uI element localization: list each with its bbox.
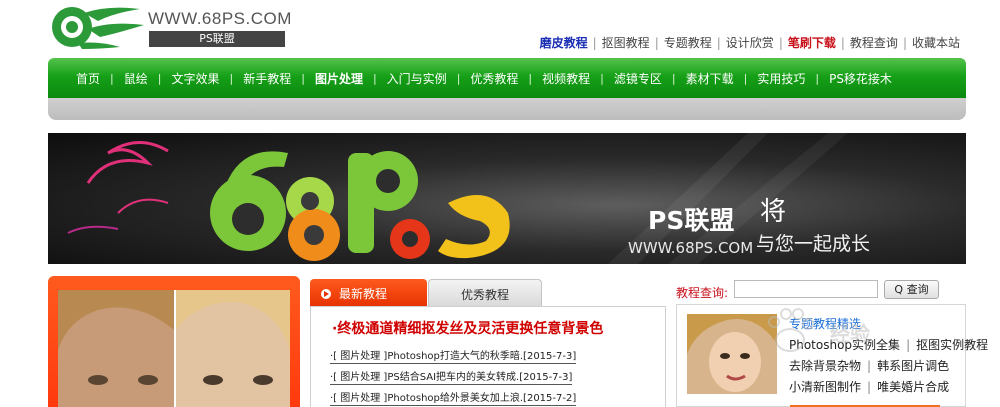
nav-item-text-effects[interactable]: 文字效果 bbox=[171, 70, 219, 87]
nav-item-excellent[interactable]: 优秀教程 bbox=[470, 70, 518, 87]
top-link-brushes[interactable]: 笔刷下载 bbox=[788, 36, 836, 50]
nav-item-intro[interactable]: 入门与实例 bbox=[387, 70, 447, 87]
tab-excellent-tutorials[interactable]: 优秀教程 bbox=[428, 279, 542, 307]
topic-link[interactable]: 抠图实例教程 bbox=[916, 338, 988, 352]
search-label: 教程查询: bbox=[676, 286, 729, 300]
list-item[interactable]: ·[ 图片处理 ]Photoshop给外景美女加上浪.[2015-7-2] bbox=[330, 389, 577, 406]
topic-link[interactable]: 小清新图制作 bbox=[789, 380, 861, 394]
nav-item-photo-processing[interactable]: 图片处理 bbox=[315, 70, 363, 87]
sub-nav-bar bbox=[48, 98, 966, 120]
site-logo[interactable]: WWW.68PS.COM PS联盟 bbox=[48, 3, 291, 53]
top-link-skin[interactable]: 磨皮教程 bbox=[540, 36, 588, 50]
top-link-bookmark[interactable]: 收藏本站 bbox=[912, 36, 960, 50]
banner-slogan: 与您一起成长 bbox=[756, 233, 871, 255]
hero-banner[interactable]: PS联盟 将 WWW.68PS.COM 与您一起成长 bbox=[48, 133, 966, 264]
featured-box bbox=[48, 276, 300, 407]
nav-item-tips[interactable]: 实用技巧 bbox=[757, 70, 805, 87]
portrait-comparison-icon bbox=[58, 290, 290, 407]
search-button[interactable]: Q 查询 bbox=[884, 280, 939, 299]
woman-portrait-icon bbox=[687, 314, 777, 394]
top-links: 磨皮教程 | 抠图教程 | 专题教程 | 设计欣赏 | 笔刷下载 | 教程查询 | 收藏本站 bbox=[539, 36, 960, 50]
topic-row: 去除背景杂物 | 韩系图片调色 bbox=[789, 359, 950, 373]
top-link-cutout[interactable]: 抠图教程 bbox=[602, 36, 650, 50]
tab-latest-label: 最新教程 bbox=[339, 287, 388, 301]
main-nav: 首页 | 鼠绘 | 文字效果 | 新手教程 | 图片处理 | 入门与实例 | 优秀教程 | 视… bbox=[48, 58, 966, 98]
banner-title-suffix: 将 bbox=[760, 197, 787, 227]
topics-photo[interactable] bbox=[687, 314, 777, 394]
list-item[interactable]: ·[ 图片处理 ]PS结合SAI把车内的美女转成.[2015-7-3] bbox=[330, 368, 573, 385]
nav-item-graft[interactable]: PS移花接木 bbox=[829, 70, 892, 87]
nav-item-home[interactable]: 首页 bbox=[76, 70, 100, 87]
top-link-topics[interactable]: 专题教程 bbox=[664, 36, 712, 50]
play-arrow-icon bbox=[321, 289, 331, 299]
topic-row: Photoshop实例全集 | 抠图实例教程 bbox=[789, 338, 989, 352]
top-link-design[interactable]: 设计欣赏 bbox=[726, 36, 774, 50]
topic-link[interactable]: 韩系图片调色 bbox=[877, 359, 949, 373]
nav-item-materials[interactable]: 素材下载 bbox=[686, 70, 734, 87]
nav-item-video[interactable]: 视频教程 bbox=[542, 70, 590, 87]
logo-swirl-icon bbox=[52, 7, 144, 49]
top-link-search[interactable]: 教程查询 bbox=[850, 36, 898, 50]
nav-item-drawing[interactable]: 鼠绘 bbox=[124, 70, 148, 87]
site-tagline: PS联盟 bbox=[149, 31, 285, 47]
topic-row: 小清新图制作 | 唯美婚片合成 bbox=[789, 380, 950, 394]
list-item[interactable]: ·[ 图片处理 ]Photoshop打造大气的秋季暗.[2015-7-3] bbox=[330, 347, 577, 364]
topics-title: 专题教程精选 bbox=[789, 317, 862, 331]
banner-url: WWW.68PS.COM bbox=[628, 239, 754, 257]
topic-link[interactable]: Photoshop实例全集 bbox=[789, 338, 900, 352]
search-input[interactable] bbox=[734, 280, 878, 298]
nav-item-filters[interactable]: 滤镜专区 bbox=[614, 70, 662, 87]
topic-link[interactable]: 去除背景杂物 bbox=[789, 359, 861, 373]
site-url: WWW.68PS.COM bbox=[148, 9, 292, 28]
tab-latest-tutorials[interactable]: 最新教程 bbox=[310, 279, 427, 307]
topic-link[interactable]: 唯美婚片合成 bbox=[877, 380, 949, 394]
banner-title: PS联盟 bbox=[648, 206, 735, 235]
nav-item-beginner[interactable]: 新手教程 bbox=[243, 70, 291, 87]
headline-link[interactable]: ·终极通道精细抠发丝及灵活更换任意背景色 bbox=[332, 318, 603, 338]
featured-photo[interactable] bbox=[58, 290, 290, 407]
